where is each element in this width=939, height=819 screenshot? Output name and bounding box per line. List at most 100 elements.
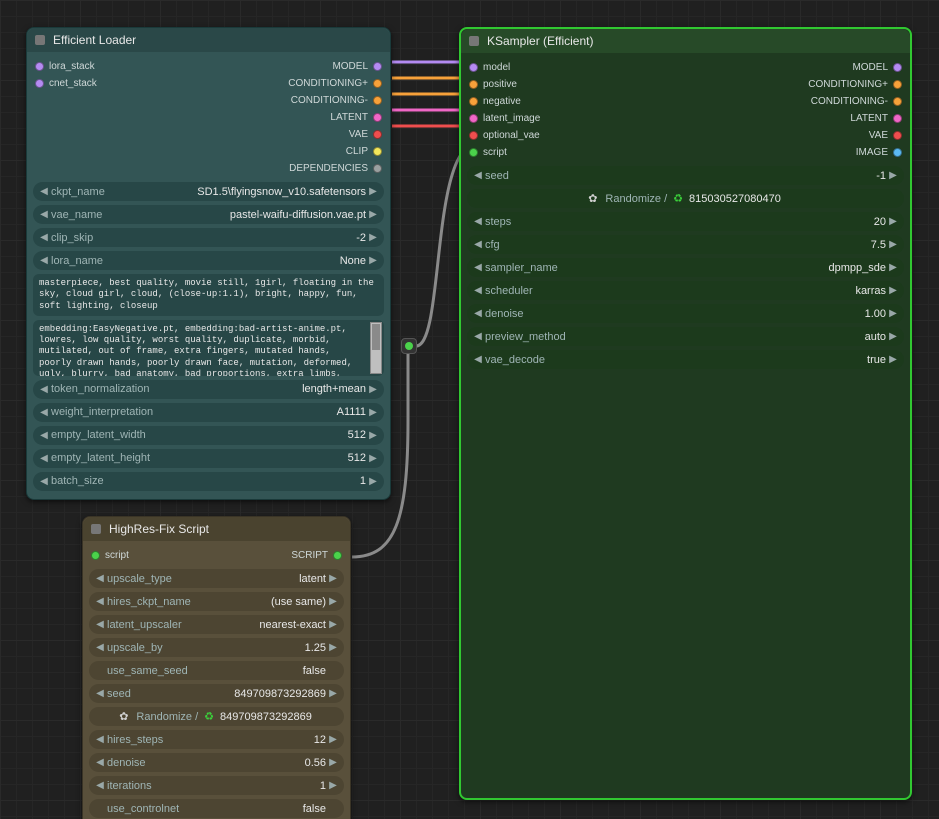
- chevron-left-icon[interactable]: ◀: [39, 476, 49, 487]
- widget-latent_upscaler[interactable]: ◀latent_upscalernearest-exact▶: [89, 615, 344, 634]
- chevron-right-icon[interactable]: ▶: [328, 688, 338, 699]
- chevron-left-icon[interactable]: ◀: [39, 209, 49, 220]
- chevron-left-icon[interactable]: ◀: [39, 407, 49, 418]
- port-script[interactable]: SCRIPT: [291, 547, 342, 563]
- widget-batch_size[interactable]: ◀batch_size1▶: [33, 472, 384, 491]
- recycle-icon[interactable]: ♻: [673, 192, 683, 205]
- widget-sampler_name[interactable]: ◀sampler_namedpmpp_sde▶: [467, 258, 904, 277]
- widget-hires_steps[interactable]: ◀hires_steps12▶: [89, 730, 344, 749]
- widget-ckpt_name[interactable]: ◀ckpt_nameSD1.5\flyingsnow_v10.safetenso…: [33, 182, 384, 201]
- chevron-right-icon[interactable]: ▶: [368, 186, 378, 197]
- widget-lora_name[interactable]: ◀lora_nameNone▶: [33, 251, 384, 270]
- port-conditioning-[interactable]: CONDITIONING+: [808, 76, 902, 92]
- port-negative[interactable]: negative: [469, 93, 540, 109]
- port-latent[interactable]: LATENT: [850, 110, 902, 126]
- widget-upscale_by[interactable]: ◀upscale_by1.25▶: [89, 638, 344, 657]
- chevron-left-icon[interactable]: ◀: [39, 232, 49, 243]
- gear-icon[interactable]: ✿: [588, 192, 597, 205]
- widget-clip_skip[interactable]: ◀clip_skip-2▶: [33, 228, 384, 247]
- port-vae[interactable]: VAE: [349, 126, 382, 142]
- widget-cfg[interactable]: ◀cfg7.5▶: [467, 235, 904, 254]
- chevron-right-icon[interactable]: ▶: [888, 216, 898, 227]
- port-image[interactable]: IMAGE: [856, 144, 902, 160]
- chevron-right-icon[interactable]: ▶: [328, 780, 338, 791]
- chevron-right-icon[interactable]: ▶: [328, 734, 338, 745]
- port-model[interactable]: MODEL: [332, 58, 382, 74]
- node-titlebar[interactable]: HighRes-Fix Script: [83, 517, 350, 541]
- port-latent[interactable]: LATENT: [330, 109, 382, 125]
- widget-steps[interactable]: ◀steps20▶: [467, 212, 904, 231]
- port-cnet_stack[interactable]: cnet_stack: [35, 75, 97, 91]
- node-titlebar[interactable]: Efficient Loader: [27, 28, 390, 52]
- port-dependencies[interactable]: DEPENDENCIES: [289, 160, 382, 176]
- chevron-right-icon[interactable]: ▶: [328, 757, 338, 768]
- node-efficient-loader[interactable]: Efficient Loader lora_stackcnet_stack MO…: [26, 27, 391, 500]
- port-script[interactable]: script: [469, 144, 540, 160]
- negative-prompt-input[interactable]: embedding:EasyNegative.pt, embedding:bad…: [33, 320, 384, 376]
- widget-seed[interactable]: ◀seed-1▶: [467, 166, 904, 185]
- chevron-left-icon[interactable]: ◀: [473, 262, 483, 273]
- widget-token_normalization[interactable]: ◀token_normalizationlength+mean▶: [33, 380, 384, 399]
- port-lora_stack[interactable]: lora_stack: [35, 58, 97, 74]
- widget-weight_interpretation[interactable]: ◀weight_interpretationA1111▶: [33, 403, 384, 422]
- chevron-right-icon[interactable]: ▶: [368, 476, 378, 487]
- widget-vae_name[interactable]: ◀vae_namepastel-waifu-diffusion.vae.pt▶: [33, 205, 384, 224]
- port-clip[interactable]: CLIP: [346, 143, 382, 159]
- port-conditioning-[interactable]: CONDITIONING-: [291, 92, 382, 108]
- widget-denoise[interactable]: ◀denoise0.56▶: [89, 753, 344, 772]
- chevron-left-icon[interactable]: ◀: [473, 170, 483, 181]
- chevron-right-icon[interactable]: ▶: [328, 596, 338, 607]
- port-optional_vae[interactable]: optional_vae: [469, 127, 540, 143]
- chevron-right-icon[interactable]: ▶: [888, 354, 898, 365]
- chevron-left-icon[interactable]: ◀: [39, 430, 49, 441]
- widget-scheduler[interactable]: ◀schedulerkarras▶: [467, 281, 904, 300]
- positive-prompt-input[interactable]: masterpiece, best quality, movie still, …: [33, 274, 384, 316]
- port-model[interactable]: model: [469, 59, 540, 75]
- widget-use_controlnet[interactable]: ◀use_controlnetfalse▶: [89, 799, 344, 818]
- chevron-left-icon[interactable]: ◀: [95, 688, 105, 699]
- port-model[interactable]: MODEL: [852, 59, 902, 75]
- chevron-right-icon[interactable]: ▶: [328, 619, 338, 630]
- widget-denoise[interactable]: ◀denoise1.00▶: [467, 304, 904, 323]
- chevron-left-icon[interactable]: ◀: [95, 780, 105, 791]
- port-script[interactable]: script: [91, 547, 129, 563]
- chevron-left-icon[interactable]: ◀: [95, 619, 105, 630]
- chevron-left-icon[interactable]: ◀: [39, 384, 49, 395]
- port-conditioning-[interactable]: CONDITIONING-: [811, 93, 902, 109]
- chevron-left-icon[interactable]: ◀: [473, 308, 483, 319]
- scrollbar[interactable]: [370, 322, 382, 374]
- chevron-right-icon[interactable]: ▶: [888, 239, 898, 250]
- chevron-right-icon[interactable]: ▶: [368, 453, 378, 464]
- widget-preview_method[interactable]: ◀preview_methodauto▶: [467, 327, 904, 346]
- chevron-left-icon[interactable]: ◀: [95, 573, 105, 584]
- port-latent_image[interactable]: latent_image: [469, 110, 540, 126]
- chevron-left-icon[interactable]: ◀: [95, 596, 105, 607]
- port-conditioning-[interactable]: CONDITIONING+: [288, 75, 382, 91]
- port-vae[interactable]: VAE: [869, 127, 902, 143]
- chevron-left-icon[interactable]: ◀: [95, 757, 105, 768]
- chevron-left-icon[interactable]: ◀: [473, 285, 483, 296]
- chevron-right-icon[interactable]: ▶: [368, 384, 378, 395]
- chevron-left-icon[interactable]: ◀: [473, 331, 483, 342]
- recycle-icon[interactable]: ♻: [204, 710, 214, 723]
- chevron-right-icon[interactable]: ▶: [368, 232, 378, 243]
- chevron-right-icon[interactable]: ▶: [328, 573, 338, 584]
- chevron-left-icon[interactable]: ◀: [473, 216, 483, 227]
- chevron-right-icon[interactable]: ▶: [368, 255, 378, 266]
- collapse-toggle-icon[interactable]: [469, 36, 479, 46]
- node-titlebar[interactable]: KSampler (Efficient): [461, 29, 910, 53]
- widget-vae_decode[interactable]: ◀vae_decodetrue▶: [467, 350, 904, 369]
- widget-upscale_type[interactable]: ◀upscale_typelatent▶: [89, 569, 344, 588]
- chevron-left-icon[interactable]: ◀: [95, 734, 105, 745]
- chevron-left-icon[interactable]: ◀: [39, 186, 49, 197]
- node-ksampler-efficient[interactable]: KSampler (Efficient) modelpositivenegati…: [459, 27, 912, 800]
- node-highres-fix-script[interactable]: HighRes-Fix Script script SCRIPT ◀upscal…: [82, 516, 351, 819]
- chevron-right-icon[interactable]: ▶: [888, 170, 898, 181]
- widget-hires_ckpt_name[interactable]: ◀hires_ckpt_name(use same)▶: [89, 592, 344, 611]
- widget-randomize[interactable]: ✿Randomize /♻849709873292869: [89, 707, 344, 726]
- widget-iterations[interactable]: ◀iterations1▶: [89, 776, 344, 795]
- chevron-left-icon[interactable]: ◀: [473, 354, 483, 365]
- chevron-right-icon[interactable]: ▶: [888, 308, 898, 319]
- chevron-left-icon[interactable]: ◀: [473, 239, 483, 250]
- collapse-toggle-icon[interactable]: [91, 524, 101, 534]
